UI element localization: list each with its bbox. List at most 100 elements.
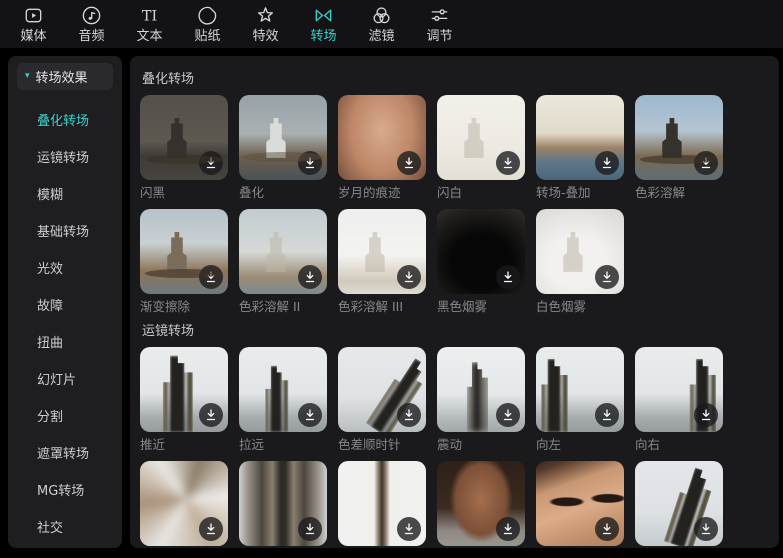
transition-thumbnail [338,461,426,546]
transition-thumbnail [239,461,327,546]
sidebar-item-glitch[interactable]: 故障 [8,288,122,325]
download-icon[interactable] [595,403,619,427]
sidebar-item-slideshow[interactable]: 幻灯片 [8,362,122,399]
sidebar-group-label: 转场效果 [36,67,88,86]
sidebar-item-social[interactable]: 社交 [8,510,122,547]
sidebar-item-mg[interactable]: MG转场 [8,473,122,510]
transition-card[interactable]: 岁月的痕迹 [338,95,426,200]
transition-thumbnail [536,347,624,432]
transition-label: 白色烟雾 [536,299,624,314]
download-icon[interactable] [298,403,322,427]
download-icon[interactable] [595,265,619,289]
transition-thumbnail [338,209,426,294]
sidebar-list: 叠化转场运镜转场模糊基础转场光效故障扭曲幻灯片分割遮罩转场MG转场社交 [8,103,122,547]
download-icon[interactable] [496,265,520,289]
download-icon[interactable] [199,517,223,541]
download-icon[interactable] [397,517,421,541]
sidebar-item-split[interactable]: 分割 [8,399,122,436]
transition-card[interactable]: 向左 [536,347,624,452]
transition-thumbnail [635,461,723,546]
sidebar-item-light[interactable]: 光效 [8,251,122,288]
tab-audio[interactable]: 音频 [70,4,113,45]
transition-thumbnail [239,209,327,294]
tab-label: 贴纸 [194,29,220,45]
download-icon[interactable] [694,517,718,541]
transition-card[interactable]: 拉远 [239,347,327,452]
download-icon[interactable] [298,517,322,541]
download-icon[interactable] [199,265,223,289]
tab-label: 特效 [252,29,278,45]
tab-media[interactable]: 媒体 [12,4,55,45]
download-icon[interactable] [595,517,619,541]
transition-card[interactable] [437,461,525,548]
sidebar-group-header[interactable]: ▾ 转场效果 [17,63,113,90]
transition-label: 渐变擦除 [140,299,228,314]
download-icon[interactable] [298,151,322,175]
tab-label: 文本 [136,29,162,45]
svg-text:TI: TI [142,8,157,24]
transition-label: 叠化 [239,185,327,200]
transition-card[interactable] [338,461,426,548]
transition-label: 色差顺时针 [338,437,426,452]
download-icon[interactable] [199,403,223,427]
download-icon[interactable] [496,151,520,175]
transition-card[interactable]: 色差顺时针 [338,347,426,452]
tab-filter[interactable]: 滤镜 [360,4,403,45]
tab-effects[interactable]: 特效 [244,4,287,45]
sidebar-item-dissolve[interactable]: 叠化转场 [8,103,122,140]
transition-card[interactable]: 色彩溶解 III [338,209,426,314]
transition-card[interactable]: 白色烟雾 [536,209,624,314]
transition-card[interactable]: 向右 [635,347,723,452]
sidebar-item-warp[interactable]: 扭曲 [8,325,122,362]
section: 叠化转场闪黑叠化岁月的痕迹闪白转场-叠加色彩溶解渐变擦除色彩溶解 II色彩溶解 … [140,68,779,314]
transition-thumbnail [536,209,624,294]
transition-card[interactable]: 色彩溶解 II [239,209,327,314]
transition-thumbnail [140,95,228,180]
download-icon[interactable] [298,265,322,289]
transition-card[interactable] [239,461,327,548]
download-icon[interactable] [397,151,421,175]
text-icon: TI [138,4,162,28]
download-icon[interactable] [496,403,520,427]
download-icon[interactable] [199,151,223,175]
section-title: 运镜转场 [142,320,779,339]
tab-label: 滤镜 [368,29,394,45]
transition-card[interactable]: 黑色烟雾 [437,209,525,314]
tab-text[interactable]: TI 文本 [128,4,171,45]
download-icon[interactable] [595,151,619,175]
sidebar-item-mask[interactable]: 遮罩转场 [8,436,122,473]
download-icon[interactable] [694,151,718,175]
download-icon[interactable] [397,265,421,289]
transition-card[interactable]: 闪白 [437,95,525,200]
transition-thumbnail [239,95,327,180]
transition-card[interactable]: 色彩溶解 [635,95,723,200]
transition-card[interactable] [140,461,228,548]
transition-card[interactable]: 推近 [140,347,228,452]
sidebar-item-blur[interactable]: 模糊 [8,177,122,214]
transition-thumbnail [437,461,525,546]
sidebar-item-camera[interactable]: 运镜转场 [8,140,122,177]
transition-thumbnail [536,461,624,546]
download-icon[interactable] [397,403,421,427]
section-title: 叠化转场 [142,68,779,87]
download-icon[interactable] [694,403,718,427]
tab-sticker[interactable]: 贴纸 [186,4,229,45]
tab-adjust[interactable]: 调节 [418,4,461,45]
transition-grid: 闪黑叠化岁月的痕迹闪白转场-叠加色彩溶解渐变擦除色彩溶解 II色彩溶解 III黑… [140,95,740,314]
transition-card[interactable]: 闪黑 [140,95,228,200]
transition-label: 岁月的痕迹 [338,185,426,200]
transition-card[interactable]: 叠化 [239,95,327,200]
sidebar-item-basic[interactable]: 基础转场 [8,214,122,251]
transition-label: 推近 [140,437,228,452]
chevron-down-icon: ▾ [25,72,30,81]
transition-card[interactable]: 渐变擦除 [140,209,228,314]
transition-thumbnail [635,347,723,432]
transition-card[interactable]: 转场-叠加 [536,95,624,200]
category-sidebar: ▾ 转场效果 叠化转场运镜转场模糊基础转场光效故障扭曲幻灯片分割遮罩转场MG转场… [8,56,122,548]
transition-card[interactable] [635,461,723,548]
transition-card[interactable]: 震动 [437,347,525,452]
download-icon[interactable] [496,517,520,541]
tab-transition[interactable]: 转场 [302,4,345,45]
media-icon [22,4,46,28]
transition-card[interactable] [536,461,624,548]
